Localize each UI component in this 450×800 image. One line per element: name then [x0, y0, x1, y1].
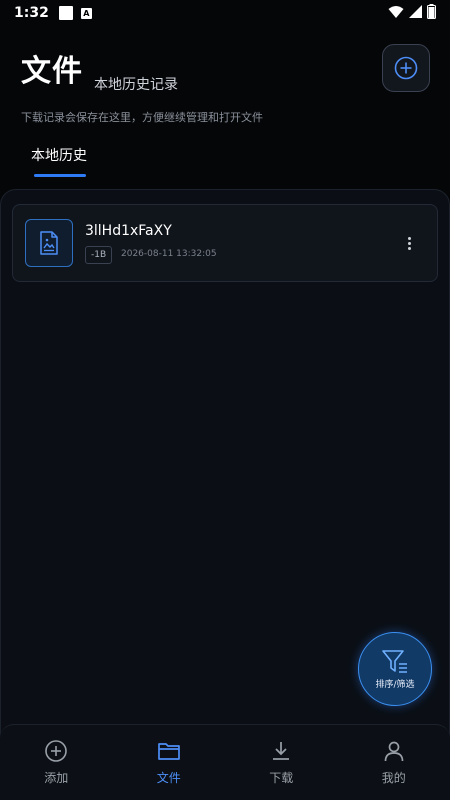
file-name: 3llHd1xFaXY [85, 223, 172, 239]
notification-a-icon: A [80, 7, 92, 19]
page-subtitle: 本地历史记录 [94, 77, 178, 93]
sort-filter-label: 排序/筛选 [375, 679, 415, 690]
image-file-icon [40, 231, 58, 255]
plus-circle-icon [394, 56, 418, 80]
tab-active-indicator [34, 174, 86, 177]
more-dot-icon [407, 246, 411, 250]
header-add-button[interactable] [382, 44, 430, 92]
nav-label-files: 文件 [156, 771, 181, 785]
wifi-icon [388, 5, 404, 18]
nav-label-download: 下载 [269, 771, 294, 785]
page-description: 下载记录会保存在这里，方便继续管理和打开文件 [21, 111, 263, 124]
sort-filter-button[interactable]: 排序/筛选 [358, 632, 432, 706]
nav-item-download[interactable]: 下载 [225, 725, 338, 800]
battery-icon [427, 4, 436, 19]
nav-item-files[interactable]: 文件 [113, 725, 226, 800]
notification-square-icon [58, 6, 73, 20]
signal-icon [409, 5, 422, 18]
status-right-icons [388, 4, 436, 19]
page-title: 文件 [21, 54, 83, 89]
more-options-button[interactable] [401, 233, 417, 253]
nav-item-add[interactable]: 添加 [0, 725, 113, 800]
more-dot-icon [407, 241, 411, 245]
file-type-box [25, 219, 73, 267]
status-notification-icons: A [58, 6, 92, 20]
folder-icon [157, 743, 180, 760]
user-icon [384, 741, 404, 762]
nav-label-me: 我的 [381, 771, 406, 785]
more-dot-icon [407, 236, 411, 240]
bottom-nav: 添加 文件 下载 我的 [0, 724, 450, 800]
nav-item-me[interactable]: 我的 [338, 725, 450, 800]
status-time: 1:32 [14, 5, 49, 21]
file-list-item[interactable]: 3llHd1xFaXY -1B 2026-08-11 13:32:05 [12, 204, 438, 282]
plus-circle-icon [45, 740, 68, 762]
file-timestamp: 2026-08-11 13:32:05 [121, 249, 217, 259]
filter-icon [382, 649, 407, 673]
status-bar: 1:32 A [0, 0, 450, 26]
tab-local-history[interactable]: 本地历史 [31, 145, 87, 165]
nav-label-add: 添加 [44, 771, 69, 785]
file-size-badge: -1B [85, 246, 113, 264]
download-icon [273, 742, 290, 760]
